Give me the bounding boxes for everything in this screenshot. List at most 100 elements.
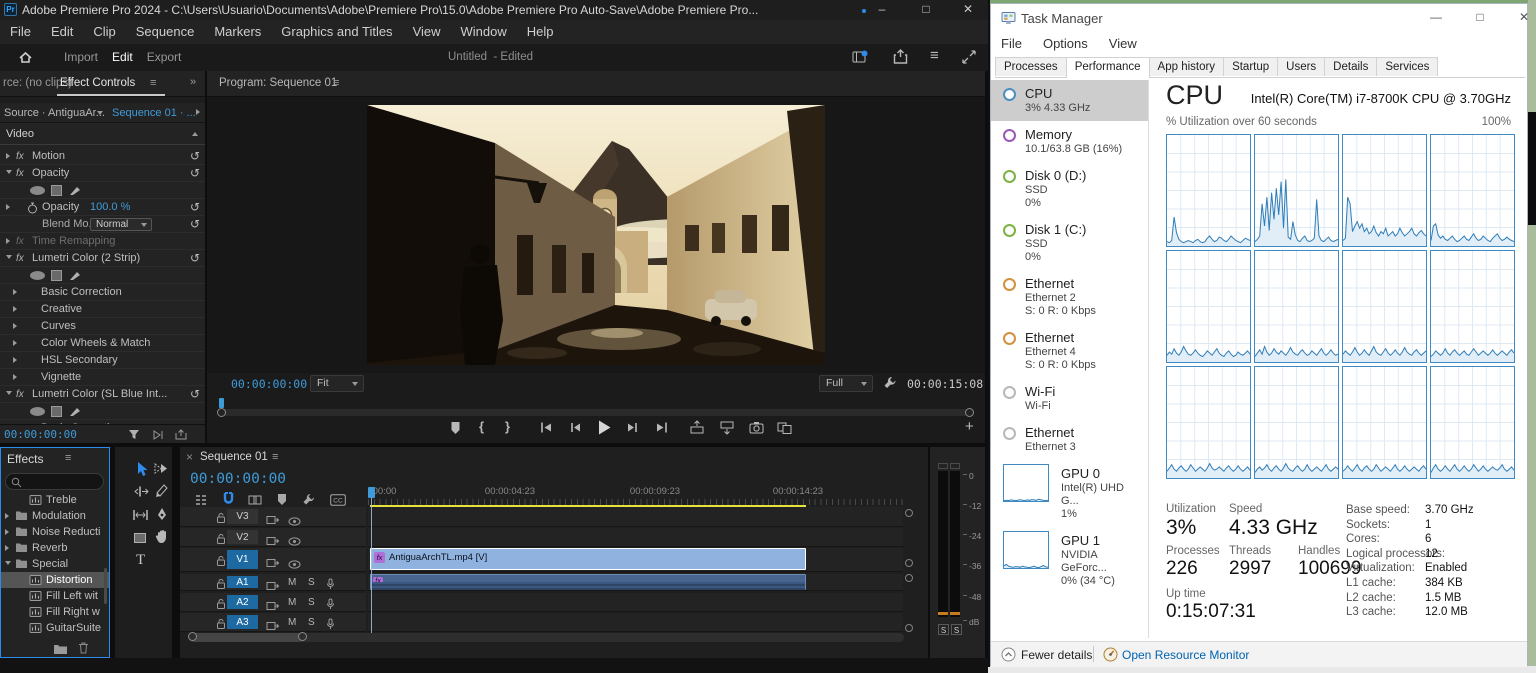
tm-tab-users[interactable]: Users: [1277, 57, 1325, 76]
tm-tab-services[interactable]: Services: [1376, 57, 1438, 76]
sidebar-item-gpu-0-intel-r-uhd-g[interactable]: GPU 0Intel(R) UHD G...1%: [991, 460, 1148, 527]
chevron-right-icon[interactable]: [6, 153, 10, 159]
tm-tab-performance[interactable]: Performance: [1066, 57, 1150, 78]
tm-tab-details[interactable]: Details: [1324, 57, 1377, 76]
solo-left-button[interactable]: S: [938, 624, 949, 635]
zoom-level-dropdown[interactable]: Fit: [310, 375, 364, 392]
add-marker-icon[interactable]: [449, 421, 462, 440]
effects-item-treble[interactable]: Treble: [1, 492, 109, 508]
chevron-right-icon[interactable]: [6, 204, 10, 210]
zoom-handle-left[interactable]: [217, 408, 226, 417]
export-icon[interactable]: [174, 428, 188, 446]
timeline-ruler[interactable]: :00:0000:00:04:2300:00:09:2300:00:14:23: [180, 485, 928, 499]
stacked-panel-menu-icon[interactable]: ≡: [930, 47, 939, 64]
filter-properties-icon[interactable]: [128, 428, 141, 446]
effect-row-lumetri-color-2-strip[interactable]: fxLumetri Color (2 Strip)↺: [0, 250, 205, 267]
chevron-right-icon[interactable]: [5, 545, 9, 551]
workspace-tab-import[interactable]: Import: [64, 44, 98, 71]
param-row-opacity[interactable]: Opacity100.0 %↺: [0, 199, 205, 216]
chevron-right-icon[interactable]: [13, 357, 17, 363]
reset-icon[interactable]: ↺: [190, 148, 200, 165]
solo-button[interactable]: S: [308, 593, 315, 612]
effects-item-fill-left-wit[interactable]: Fill Left wit: [1, 588, 109, 604]
track-target-a1[interactable]: A1: [227, 576, 258, 588]
chevron-right-icon[interactable]: [13, 323, 17, 329]
program-scrubber[interactable]: [207, 398, 985, 414]
chevron-down-icon[interactable]: [5, 561, 11, 565]
track-target-a3[interactable]: A3: [227, 615, 258, 629]
workspace-switcher-icon[interactable]: [852, 50, 868, 69]
panel-menu-icon[interactable]: ≡: [272, 451, 278, 463]
track-select-forward-icon[interactable]: [153, 462, 168, 480]
timeline-playhead-line[interactable]: [371, 498, 372, 638]
playback-quality-dropdown[interactable]: Full: [819, 375, 873, 392]
tm-tab-startup[interactable]: Startup: [1223, 57, 1278, 76]
chevron-right-icon[interactable]: [13, 289, 17, 295]
maximize-button[interactable]: □: [1463, 6, 1497, 28]
rectangle-mask-icon[interactable]: [51, 406, 62, 417]
video-section-header[interactable]: Video: [0, 124, 205, 145]
trash-icon[interactable]: [77, 641, 90, 659]
lock-icon[interactable]: [216, 597, 226, 615]
effects-item-modulation[interactable]: Modulation: [1, 508, 109, 524]
effects-item-special[interactable]: Special: [1, 556, 109, 572]
timeline-playhead-head[interactable]: [368, 487, 375, 498]
menu-markers[interactable]: Markers: [204, 20, 271, 44]
effects-item-guitarsuite[interactable]: GuitarSuite: [1, 620, 109, 636]
menu-help[interactable]: Help: [517, 20, 564, 44]
menu-clip[interactable]: Clip: [83, 20, 125, 44]
tm-menu-file[interactable]: File: [1001, 32, 1033, 56]
cpu-core-graph-7[interactable]: [1430, 250, 1515, 363]
fewer-details-button[interactable]: Fewer details: [1021, 648, 1092, 662]
chevron-right-icon[interactable]: [5, 529, 9, 535]
reset-icon[interactable]: ↺: [190, 199, 200, 216]
cpu-core-graph-3[interactable]: [1430, 134, 1515, 247]
ellipse-mask-icon[interactable]: [30, 271, 45, 280]
lumetri-section-color-wheels-match[interactable]: Color Wheels & Match: [0, 335, 205, 352]
ellipse-mask-icon[interactable]: [30, 407, 45, 416]
sidebar-item-ethernet-ethernet-3[interactable]: EthernetEthernet 3: [991, 419, 1148, 460]
track-lane-a3[interactable]: [368, 613, 903, 632]
close-panel-icon[interactable]: ×: [186, 450, 193, 464]
maximize-button[interactable]: □: [910, 0, 942, 20]
param-value[interactable]: 100.0 %: [90, 199, 130, 216]
menu-sequence[interactable]: Sequence: [126, 20, 205, 44]
comparison-view-icon[interactable]: [777, 421, 793, 439]
tm-menu-view[interactable]: View: [1109, 32, 1148, 56]
track-target-a2[interactable]: A2: [227, 595, 258, 609]
ripple-edit-tool-icon[interactable]: [133, 485, 149, 503]
cpu-core-graph-10[interactable]: [1342, 366, 1427, 479]
scroll-knob[interactable]: [905, 559, 913, 567]
sidebar-item-ethernet-ethernet-4[interactable]: EthernetEthernet 4S: 0 R: 0 Kbps: [991, 324, 1148, 378]
audio-clip-antigua[interactable]: fx: [370, 574, 806, 590]
sidebar-item-gpu-1-nvidia-geforc[interactable]: GPU 1NVIDIA GeForc...0% (34 °C): [991, 527, 1148, 594]
chevron-down-icon[interactable]: [6, 170, 12, 174]
play-audio-icon[interactable]: [152, 428, 166, 446]
track-lane-v3[interactable]: [368, 507, 903, 527]
chevron-right-icon[interactable]: [5, 513, 9, 519]
video-preview[interactable]: [367, 105, 825, 365]
mute-button[interactable]: M: [288, 613, 296, 632]
open-resource-monitor-link[interactable]: Open Resource Monitor: [1122, 648, 1249, 662]
sidebar-item-memory-10-1-63-8-gb-16[interactable]: Memory10.1/63.8 GB (16%): [991, 121, 1148, 162]
reset-icon[interactable]: ↺: [190, 165, 200, 182]
mark-in-icon[interactable]: {: [479, 419, 484, 434]
tab-effect-controls[interactable]: Effect Controls: [60, 77, 135, 89]
mute-button[interactable]: M: [288, 574, 296, 591]
solo-right-button[interactable]: S: [951, 624, 962, 635]
chevron-right-icon[interactable]: [13, 306, 17, 312]
chevron-down-icon[interactable]: [6, 391, 12, 395]
quick-export-icon[interactable]: [893, 49, 908, 70]
go-to-in-icon[interactable]: [539, 421, 553, 439]
tab-program-monitor[interactable]: Program: Sequence 01: [219, 77, 337, 89]
pen-tool-icon[interactable]: [156, 507, 168, 526]
panel-menu-icon[interactable]: ≡: [65, 452, 71, 464]
lift-icon[interactable]: [689, 420, 705, 440]
scroll-knob[interactable]: [905, 509, 913, 517]
chevron-down-icon[interactable]: [6, 255, 12, 259]
track-target-v2[interactable]: V2: [227, 530, 258, 544]
reset-icon[interactable]: ↺: [190, 386, 200, 403]
lumetri-section-hsl-secondary[interactable]: HSL Secondary: [0, 352, 205, 369]
cpu-core-graph-1[interactable]: [1254, 134, 1339, 247]
rectangle-mask-icon[interactable]: [51, 270, 62, 281]
